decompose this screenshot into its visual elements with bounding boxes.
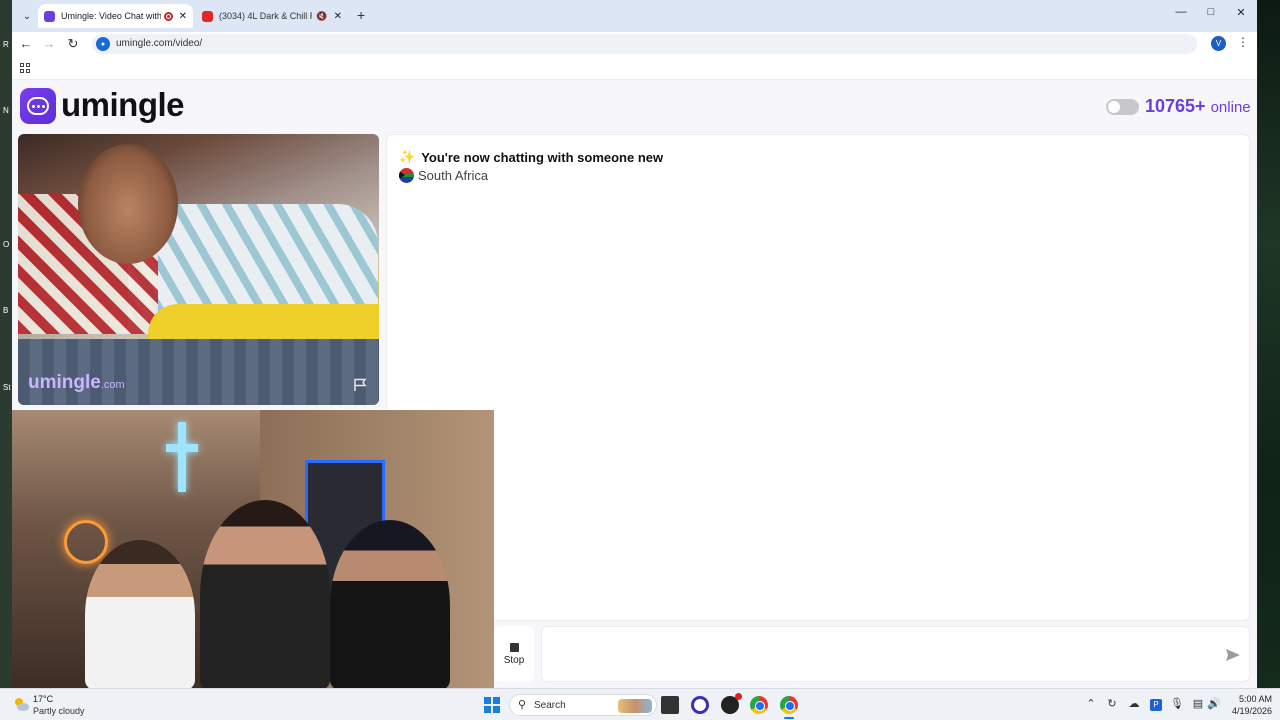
- desktop-left-strip: R N O B St: [0, 0, 12, 688]
- stranger-country: South Africa: [399, 168, 488, 183]
- bookmarks-bar: [12, 56, 1257, 80]
- site-info-camera-icon[interactable]: ●: [96, 37, 110, 51]
- desktop-icon-label[interactable]: R: [3, 40, 9, 49]
- desktop-icon-label[interactable]: N: [3, 106, 9, 115]
- video-watermark: umingle.com: [28, 372, 125, 393]
- tab-strip: ⌄ Umingle: Video Chat with S ✕ (3034) 4L…: [12, 0, 1257, 32]
- online-label: online: [1210, 99, 1251, 116]
- forward-arrow-icon[interactable]: →: [40, 36, 58, 52]
- profile-avatar[interactable]: V: [1211, 36, 1226, 51]
- cloud-offline-icon[interactable]: ☁: [1126, 697, 1142, 710]
- report-flag-icon[interactable]: [353, 378, 367, 392]
- close-tab-icon[interactable]: ✕: [334, 11, 342, 22]
- youtube-favicon-icon: [202, 10, 213, 22]
- microphone-icon[interactable]: 🎙: [1169, 697, 1185, 710]
- tab-youtube[interactable]: (3034) 4L Dark & Chill R&B 🔇 ✕: [196, 4, 348, 28]
- browser-menu-icon[interactable]: ⋮: [1237, 35, 1249, 49]
- close-window-icon[interactable]: ✕: [1231, 6, 1251, 19]
- apps-grid-icon[interactable]: [20, 63, 30, 73]
- address-bar[interactable]: ● umingle.com/video/ ☆: [92, 34, 1197, 54]
- tab-title: Umingle: Video Chat with S: [61, 11, 161, 21]
- close-tab-icon[interactable]: ✕: [179, 11, 187, 22]
- cortana-circle-icon[interactable]: [691, 696, 709, 714]
- site-logo-text[interactable]: umingle: [61, 86, 185, 124]
- message-box: [541, 626, 1250, 682]
- app-with-badge-icon[interactable]: [721, 693, 742, 714]
- recording-icon: [163, 11, 173, 21]
- active-app-indicator: [784, 717, 794, 719]
- tab-title: (3034) 4L Dark & Chill R&B: [219, 11, 312, 21]
- online-counter: 10765+ online: [1145, 96, 1251, 117]
- clock-time[interactable]: 5:00 AM: [1228, 694, 1272, 704]
- self-camera-video: [12, 410, 494, 688]
- muted-speaker-icon[interactable]: 🔇: [316, 11, 327, 22]
- chrome-active-icon[interactable]: [780, 696, 798, 714]
- weather-temperature[interactable]: 17°C: [33, 694, 53, 704]
- browser-toolbar: ← → ↻ ● umingle.com/video/ ☆ V ⋮: [12, 32, 1257, 56]
- url-text[interactable]: umingle.com/video/: [116, 38, 202, 49]
- speaker-icon[interactable]: 🔊: [1206, 697, 1222, 710]
- windows-start-icon[interactable]: [484, 697, 500, 713]
- sync-icon[interactable]: ↻: [1104, 697, 1120, 710]
- stop-button[interactable]: Stop: [494, 626, 534, 682]
- desktop-icon-label[interactable]: O: [3, 240, 9, 249]
- new-tab-plus-icon[interactable]: +: [357, 7, 365, 23]
- search-highlight-image: [618, 699, 652, 713]
- system-message: ✨ You're now chatting with someone new: [399, 149, 664, 165]
- chat-log: ✨ You're now chatting with someone new S…: [386, 134, 1250, 621]
- umingle-page: umingle 10765+ online umingle.com ✨ You'…: [12, 80, 1257, 688]
- tab-umingle[interactable]: Umingle: Video Chat with S ✕: [38, 4, 193, 28]
- search-label: Search: [534, 700, 566, 711]
- reload-icon[interactable]: ↻: [64, 36, 82, 52]
- umingle-logo-icon[interactable]: [20, 88, 56, 124]
- desktop-wallpaper: [1257, 0, 1280, 688]
- stop-label: Stop: [503, 654, 525, 666]
- app-tray-icon[interactable]: P: [1150, 699, 1162, 711]
- sparkle-icon: ✨: [399, 149, 416, 164]
- south-africa-flag-icon: [399, 168, 414, 183]
- umingle-favicon-icon: [44, 10, 55, 22]
- browser-window: ⌄ Umingle: Video Chat with S ✕ (3034) 4L…: [12, 0, 1257, 688]
- back-arrow-icon[interactable]: ←: [17, 36, 35, 52]
- desktop-icon-label[interactable]: B: [3, 306, 8, 315]
- message-input[interactable]: [552, 635, 1202, 675]
- neon-basketball-icon: [64, 520, 108, 564]
- theme-toggle[interactable]: [1106, 99, 1139, 115]
- online-count: 10765+: [1145, 96, 1206, 116]
- network-icon[interactable]: ▤: [1190, 697, 1206, 710]
- stranger-video: umingle.com: [18, 134, 379, 405]
- tab-search-chevron-icon[interactable]: ⌄: [18, 7, 36, 25]
- task-view-icon[interactable]: [661, 696, 679, 714]
- show-hidden-icons-chevron-icon[interactable]: ⌃: [1083, 697, 1099, 710]
- partly-cloudy-icon[interactable]: [12, 695, 30, 713]
- windows-taskbar: 17°C Partly cloudy ⚲ Search ⌃ ↻ ☁ P 🎙 ▤ …: [0, 688, 1280, 720]
- weather-condition[interactable]: Partly cloudy: [33, 706, 85, 716]
- maximize-icon[interactable]: □: [1201, 6, 1221, 18]
- desktop-icon-label[interactable]: St: [3, 383, 11, 392]
- toggle-knob: [1108, 101, 1120, 113]
- search-icon: ⚲: [518, 699, 527, 711]
- clock-date[interactable]: 4/19/2026: [1222, 706, 1272, 716]
- stop-icon: [509, 642, 519, 652]
- taskbar-search[interactable]: ⚲ Search: [509, 694, 657, 716]
- send-icon[interactable]: [1225, 647, 1241, 663]
- minimize-icon[interactable]: —: [1171, 6, 1191, 18]
- chrome-icon[interactable]: [750, 696, 768, 714]
